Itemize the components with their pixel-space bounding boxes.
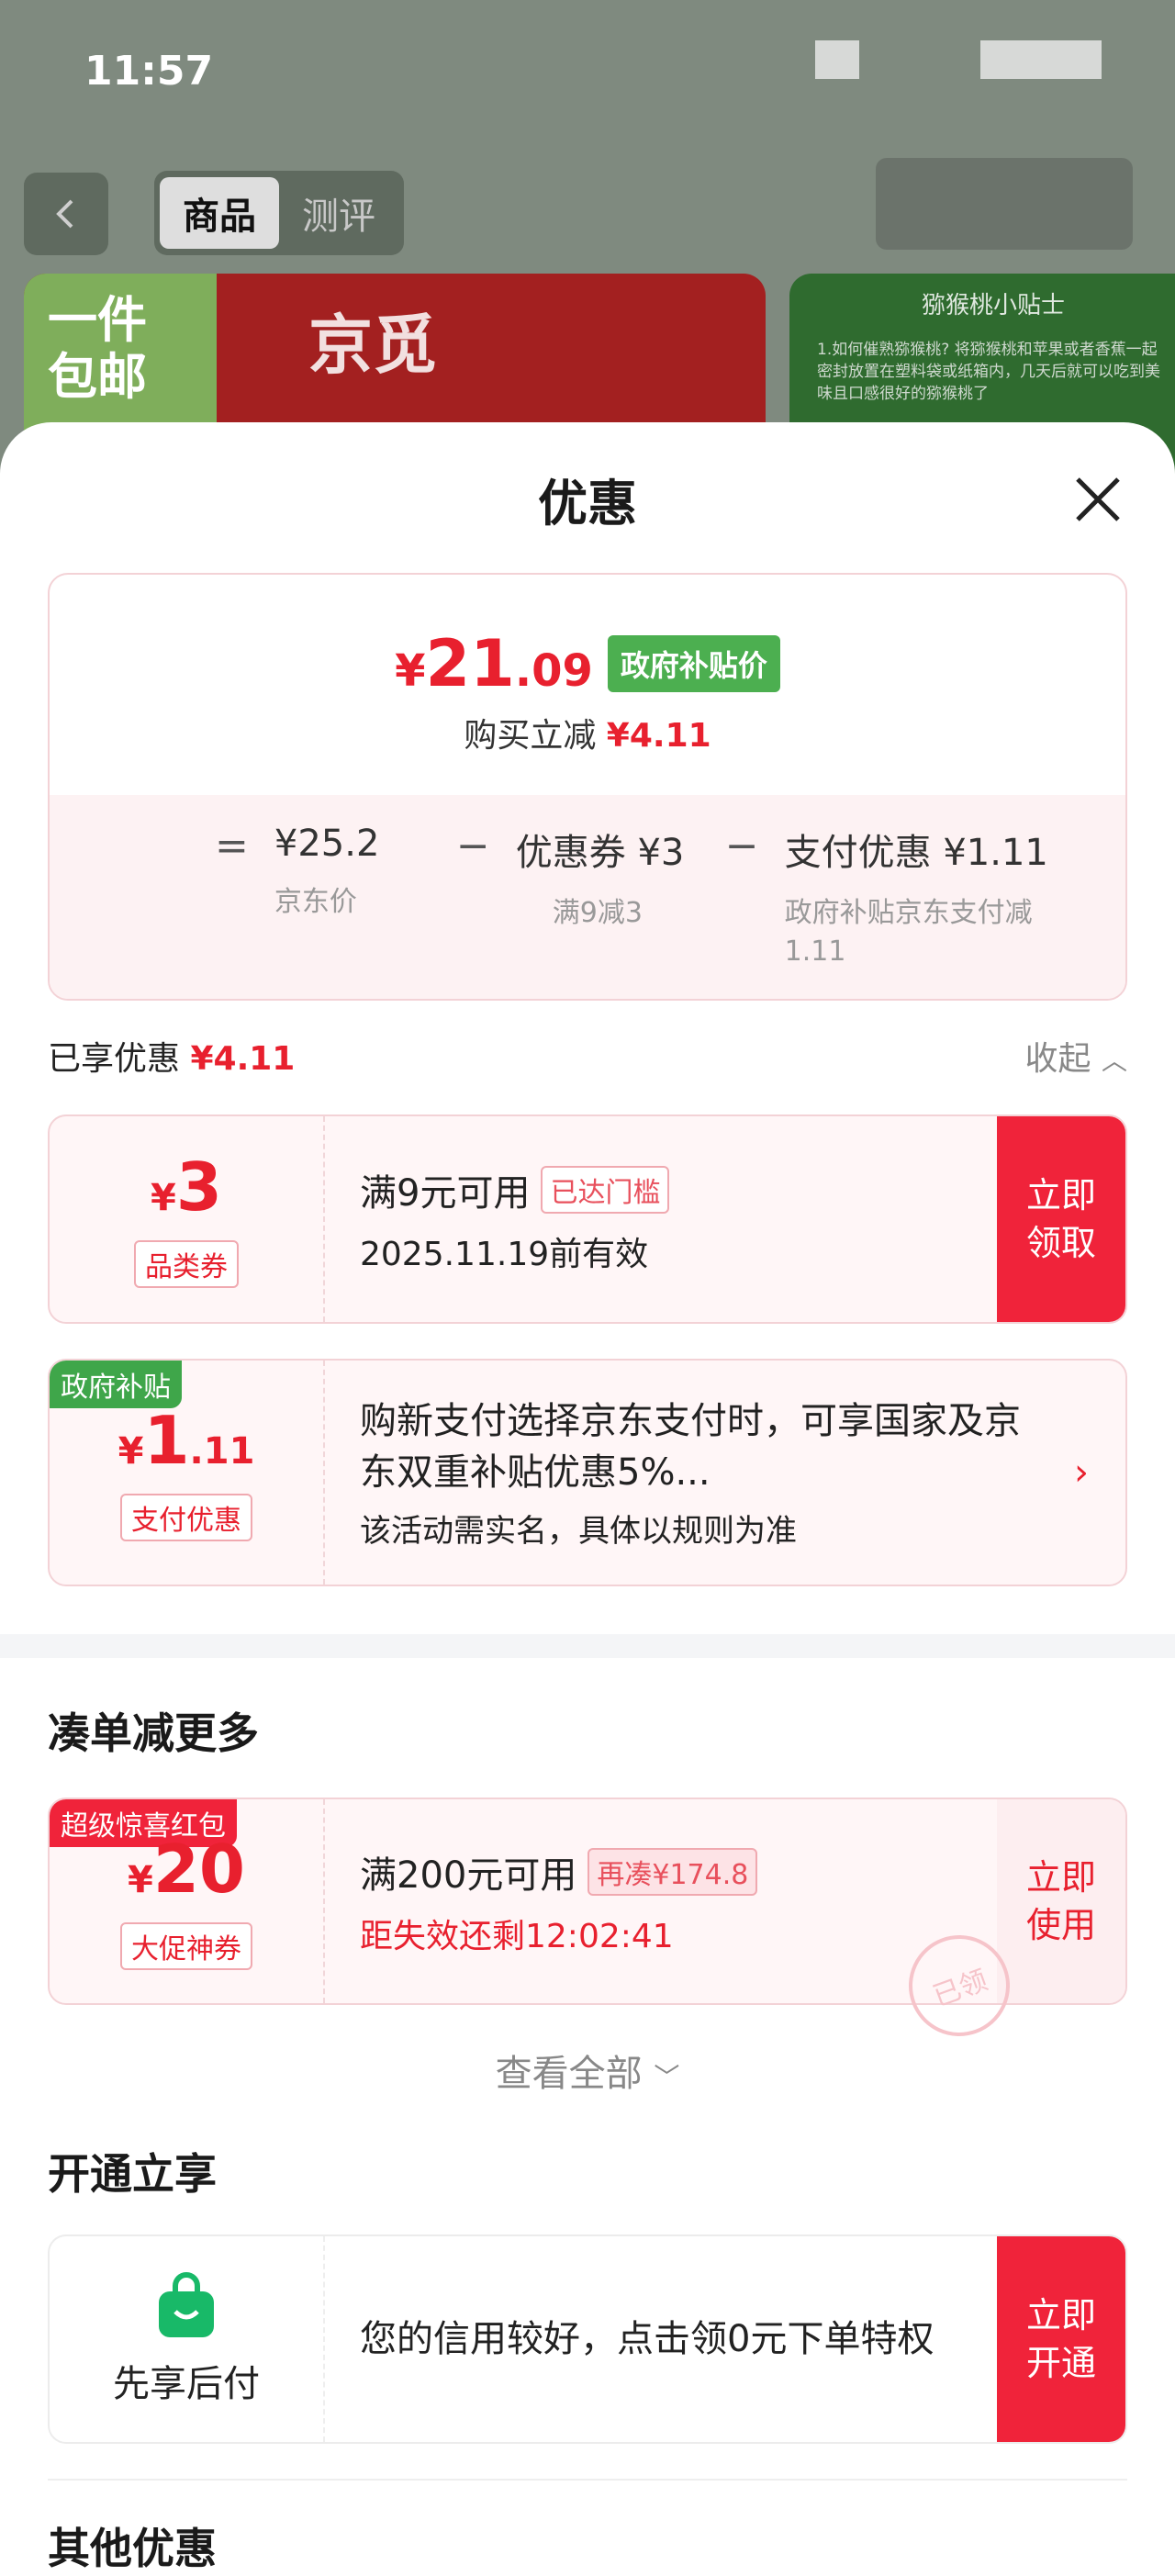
threshold-badge: 已达门槛 xyxy=(541,1166,670,1214)
final-price: ¥21.09 xyxy=(395,626,593,701)
coupon-amount: 优惠券 ¥3 xyxy=(515,832,685,874)
coupon-kind: 品类券 xyxy=(134,1240,239,1288)
payment-description: 购新支付选择京东支付时，可享国家及京东双重补贴优惠5%... xyxy=(360,1399,1021,1494)
coupon-condition: 满9元可用 xyxy=(360,1172,531,1215)
shopping-bag-icon xyxy=(159,2272,214,2337)
use-button[interactable]: 立即使用 xyxy=(997,1799,1125,2003)
section-title-other: 其他优惠 xyxy=(48,2524,217,2573)
coupon-countdown: 距失效还剩12:02:41 xyxy=(360,1918,674,1955)
price-breakdown-card: ¥21.09 政府补贴价 购买立减 ¥4.11 = ¥25.2 京东价 − 优惠… xyxy=(48,573,1127,1001)
coupon-condition: 满200元可用 xyxy=(360,1854,577,1897)
brand-logo: 京觅 xyxy=(308,308,437,383)
view-all-button[interactable]: 查看全部 ﹀ xyxy=(0,2044,1175,2097)
tips-text: 1.如何催熟猕猴桃? 将猕猴桃和苹果或者香蕉一起密封放置在塑料袋或纸箱内，几天后… xyxy=(817,341,1160,403)
top-up-badge: 再凑¥174.8 xyxy=(588,1848,758,1896)
section-divider xyxy=(0,1634,1175,1658)
claim-button[interactable]: 立即领取 xyxy=(997,1116,1125,1322)
tips-title: 猕猴桃小贴士 xyxy=(921,292,1065,319)
discount-summary: 购买立减 ¥4.11 xyxy=(464,717,711,755)
coupon-value: ¥1.11 xyxy=(118,1402,255,1479)
coupon-rule: 满9减3 xyxy=(552,897,643,929)
status-signal-icon xyxy=(815,40,859,79)
payment-discount-coupon[interactable]: 政府补贴 ¥1.11 支付优惠 购新支付选择京东支付时，可享国家及京东双重补贴优… xyxy=(48,1359,1127,1586)
tab-product[interactable]: 商品 xyxy=(160,177,279,249)
blurred-area xyxy=(876,158,1133,250)
category-coupon[interactable]: ¥3 品类券 满9元可用 已达门槛 2025.11.19前有效 立即领取 xyxy=(48,1114,1127,1324)
payment-note: 该活动需实名，具体以规则为准 xyxy=(360,1512,797,1550)
section-title-open: 开通立享 xyxy=(48,2149,217,2199)
activate-button[interactable]: 立即开通 xyxy=(997,2236,1125,2442)
tab-review[interactable]: 测评 xyxy=(279,177,398,249)
enjoyed-discount: 已享优惠 ¥4.11 xyxy=(48,1040,296,1078)
status-battery-icon xyxy=(980,40,1102,79)
chevron-down-icon: ﹀ xyxy=(654,2062,680,2092)
coupon-expiry: 2025.11.19前有效 xyxy=(360,1236,649,1273)
buy-now-pay-later-card[interactable]: 先享后付 您的信用较好，点击领0元下单特权 立即开通 xyxy=(48,2234,1127,2444)
payment-discount-rule: 政府补贴京东支付减1.11 xyxy=(784,897,1033,968)
sheet-title: 优惠 xyxy=(538,475,637,532)
coupon-kind: 支付优惠 xyxy=(120,1494,252,1541)
product-tabs: 商品 测评 xyxy=(154,171,404,255)
chevron-up-icon: ︿ xyxy=(1101,1046,1127,1076)
jd-price-label: 京东价 xyxy=(274,886,357,918)
chevron-right-icon[interactable]: › xyxy=(1074,1451,1089,1494)
background-page: 11:57 商品 测评 一件包邮 京觅 猕猴桃小贴士 1.如何催熟猕猴桃? 将猕… xyxy=(0,0,1175,477)
gov-subsidy-tag: 政府补贴价 xyxy=(607,635,780,692)
bnpl-label: 先享后付 xyxy=(113,2363,260,2405)
price-formula: = ¥25.2 京东价 − 优惠券 ¥3 满9减3 − 支付优惠 ¥1.11 政… xyxy=(50,823,1125,971)
jd-price: ¥25.2 xyxy=(274,823,380,865)
close-button[interactable] xyxy=(1069,470,1127,529)
status-time: 11:57 xyxy=(84,48,214,95)
close-icon xyxy=(1076,477,1120,521)
coupon-value: ¥3 xyxy=(151,1148,222,1226)
section-title-more: 凑单减更多 xyxy=(48,1708,259,1758)
coupon-kind: 大促神券 xyxy=(120,1922,252,1970)
section-divider-line xyxy=(48,2479,1127,2481)
coupon-value: ¥20 xyxy=(127,1831,246,1908)
back-button[interactable] xyxy=(24,173,108,255)
bnpl-description: 您的信用较好，点击领0元下单特权 xyxy=(360,2318,934,2360)
payment-discount: 支付优惠 ¥1.11 xyxy=(784,832,1048,874)
chevron-left-icon xyxy=(56,199,73,229)
collapse-button[interactable]: 收起 ︿ xyxy=(1025,1032,1127,1080)
